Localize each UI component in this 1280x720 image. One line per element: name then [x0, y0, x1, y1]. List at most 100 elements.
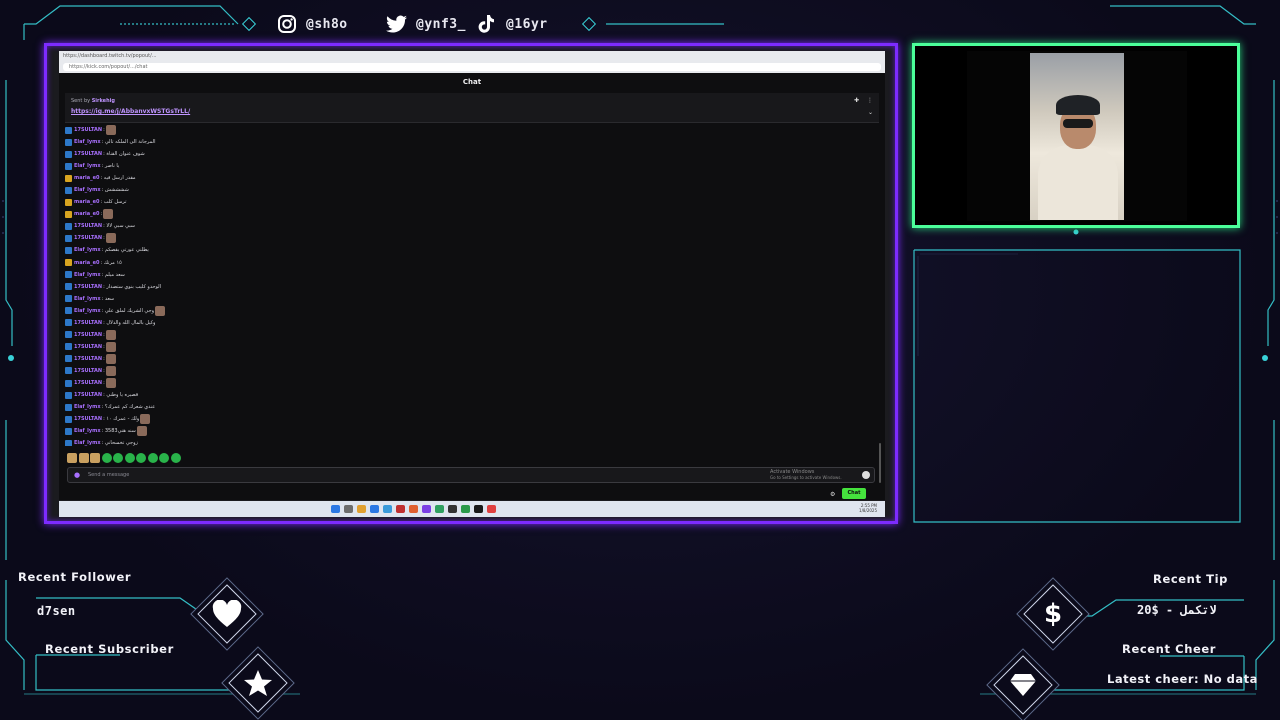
instagram-handle[interactable]: @sh8o: [276, 12, 348, 36]
tiktok-handle[interactable]: @16yr: [476, 12, 548, 36]
chat-username[interactable]: 17SULTAN: [74, 377, 102, 389]
emote-icon[interactable]: [124, 453, 135, 463]
chat-username[interactable]: 17SULTAN: [74, 413, 102, 425]
chat-message: Elaf_lymx: 3583سنه هني: [65, 425, 865, 437]
chat-text: :: [103, 367, 105, 374]
tiktok-icon: [476, 13, 498, 35]
chat-username[interactable]: maria_e0: [74, 257, 100, 269]
app-icon[interactable]: [409, 505, 418, 513]
chat-username[interactable]: 17SULTAN: [74, 220, 102, 232]
chat-username[interactable]: 17SULTAN: [74, 148, 102, 160]
chat-username[interactable]: Elaf_lymx: [74, 437, 101, 446]
file-explorer-icon[interactable]: [357, 505, 366, 513]
emote-icon[interactable]: [78, 453, 89, 463]
chat-username[interactable]: Elaf_lymx: [74, 305, 101, 317]
user-badge-icon: [65, 331, 72, 339]
person-hoodie: [1038, 145, 1118, 220]
recent-cheer-value: Latest cheer: No data: [1107, 672, 1258, 686]
chat-message: 17SULTAN:: [65, 329, 865, 341]
more-options-icon[interactable]: ⋮: [867, 97, 873, 104]
app-icon[interactable]: [461, 505, 470, 513]
user-badge-icon: [65, 295, 72, 303]
twitter-handle-text: @ynf3_: [416, 16, 466, 32]
emote-icon[interactable]: [136, 453, 146, 463]
emote-icon[interactable]: [113, 453, 123, 463]
chat-username[interactable]: Elaf_lymx: [74, 244, 101, 256]
store-icon[interactable]: [383, 505, 392, 513]
chat-message-list: 17SULTAN: Elaf_lymx: المرجانة الى الملكه …: [65, 124, 865, 446]
chat-text: :: [103, 355, 105, 362]
obs-icon[interactable]: [474, 505, 483, 513]
chat-text: : ترسل كلب: [100, 199, 127, 206]
screen-capture-frame: https://dashboard.twitch.tv/popout/... h…: [44, 43, 898, 524]
pinned-sent-by-label: Sent by: [71, 98, 91, 104]
chat-scrollbar[interactable]: [879, 443, 881, 483]
emote-icon[interactable]: [101, 453, 112, 463]
chat-username[interactable]: 17SULTAN: [74, 341, 102, 353]
browser-tab[interactable]: https://dashboard.twitch.tv/popout/...: [63, 53, 263, 60]
emote-icon[interactable]: [170, 453, 181, 463]
recent-tip-value: لاتكمل - $20: [1137, 603, 1217, 617]
windows-start-icon[interactable]: [331, 505, 340, 513]
chat-username[interactable]: Elaf_lymx: [74, 136, 101, 148]
emote-icon[interactable]: [90, 453, 100, 463]
chat-username[interactable]: maria_e0: [74, 208, 100, 220]
chat-message: maria_e0: مقدر ارسل فيه: [65, 172, 865, 184]
chat-message: 17SULTAN: الوحدو كليب بنوي ستصدار: [65, 281, 865, 293]
app-icon[interactable]: [435, 505, 444, 513]
chat-username[interactable]: 17SULTAN: [74, 124, 102, 136]
chat-message: 17SULTAN:: [65, 365, 865, 377]
chat-emote-icon: [103, 209, 114, 220]
user-badge-icon: [65, 319, 72, 327]
chat-text: : 3583سنه هني: [101, 428, 136, 435]
chat-username[interactable]: 17SULTAN: [74, 353, 102, 365]
chat-text: :: [103, 235, 105, 242]
pinned-link[interactable]: https://ig.me/j/AbbanvxWSTGsTrLL/: [71, 108, 190, 115]
user-badge-icon: [65, 403, 72, 411]
chat-text: : عندي شعرك كم عمرك؟: [101, 404, 156, 411]
pin-icon[interactable]: ✚: [854, 97, 859, 104]
edge-icon[interactable]: [370, 505, 379, 513]
chat-send-button[interactable]: Chat: [842, 488, 866, 499]
app-icon[interactable]: [396, 505, 405, 513]
chat-username[interactable]: 17SULTAN: [74, 365, 102, 377]
pinned-sender-name[interactable]: Sirkehig: [92, 98, 115, 104]
chat-text: : سبي سبي لالا: [103, 223, 135, 230]
chat-username[interactable]: Elaf_lymx: [74, 293, 101, 305]
chat-username[interactable]: 17SULTAN: [74, 281, 102, 293]
chat-message: maria_e0:: [65, 208, 865, 220]
chat-text: : ١٥ مرتك: [100, 259, 122, 266]
chat-username[interactable]: maria_e0: [74, 172, 100, 184]
chat-username[interactable]: Elaf_lymx: [74, 269, 101, 281]
chat-username[interactable]: Elaf_lymx: [74, 401, 101, 413]
chrome-icon[interactable]: [487, 505, 496, 513]
chat-text: : زوجي تخسحاني: [101, 440, 138, 446]
emote-icon[interactable]: [159, 453, 169, 463]
taskbar-clock[interactable]: 2:55 PM 1/8/2025: [859, 503, 877, 513]
microphone-icon[interactable]: ●: [74, 471, 80, 479]
app-icon[interactable]: [448, 505, 457, 513]
twitter-handle[interactable]: @ynf3_: [386, 12, 466, 36]
chat-message: 17SULTAN: ولك - عمرك ١٠: [65, 413, 865, 425]
gear-icon[interactable]: ⚙: [830, 491, 835, 498]
chat-message: Elaf_lymx: المرجانة الى الملكه تالي: [65, 136, 865, 148]
emote-icon[interactable]: [147, 453, 158, 463]
chat-username[interactable]: 17SULTAN: [74, 329, 102, 341]
emote-icon[interactable]: [67, 453, 77, 463]
emoji-picker-icon[interactable]: [862, 471, 870, 479]
chat-username[interactable]: 17SULTAN: [74, 232, 102, 244]
address-bar[interactable]: https://kick.com/popout/.../chat: [63, 63, 881, 71]
windows-taskbar: 2:55 PM 1/8/2025: [59, 501, 885, 517]
search-icon[interactable]: [344, 505, 353, 513]
chat-username[interactable]: maria_e0: [74, 196, 100, 208]
chat-username[interactable]: Elaf_lymx: [74, 184, 101, 196]
instagram-icon: [276, 13, 298, 35]
chat-username[interactable]: Elaf_lymx: [74, 425, 101, 437]
chat-input[interactable]: ● Send a message Activate Windows Go to S…: [67, 467, 875, 483]
chat-username[interactable]: Elaf_lymx: [74, 160, 101, 172]
chat-username[interactable]: 17SULTAN: [74, 317, 102, 329]
chat-message: Elaf_lymx: زوجي تخسحاني: [65, 437, 865, 446]
chevron-down-icon[interactable]: ⌄: [868, 109, 873, 116]
chat-username[interactable]: 17SULTAN: [74, 389, 102, 401]
app-icon[interactable]: [422, 505, 431, 513]
